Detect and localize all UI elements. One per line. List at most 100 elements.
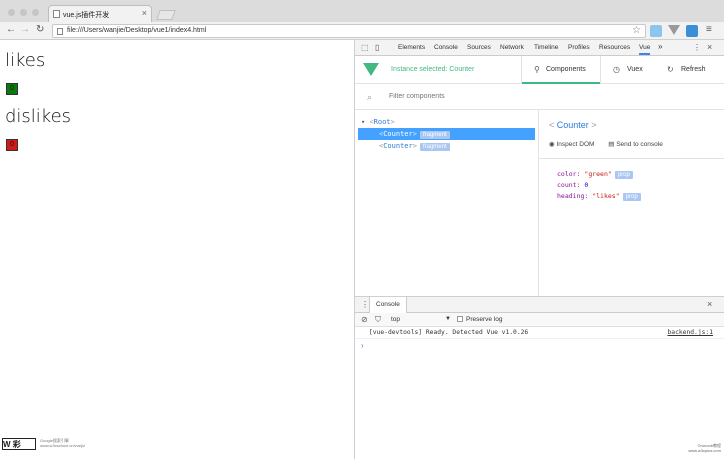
watermark-line: www.w3cschool.cn/vuejs/ <box>40 443 86 448</box>
watermark-text: Google搜索引擎 www.w3cschool.cn/vuejs/ <box>40 438 85 448</box>
component-inspector: < Counter > ◉ Inspect DOM ▤ Send to cons… <box>539 110 724 296</box>
page-content: likes 0 dislikes 0 W 彩 Google搜索引擎 www.w3… <box>0 40 354 459</box>
refresh-label: Refresh <box>681 66 706 73</box>
fragment-badge: fragment <box>419 143 450 151</box>
preserve-log-label: Preserve log <box>466 316 503 323</box>
refresh-icon: ↻ <box>667 65 674 74</box>
components-icon: ⚲ <box>534 65 540 74</box>
extension-s-icon[interactable] <box>686 25 698 37</box>
prop-key: color <box>557 170 577 178</box>
menu-icon[interactable]: ≡ <box>706 24 712 35</box>
browser-tab[interactable]: vue.js插件开发 × <box>48 5 152 22</box>
tab-sources[interactable]: Sources <box>467 44 491 51</box>
dropdown-arrow-icon: ▼ <box>445 316 451 322</box>
console-drawer: ⋮ Console × ⊘ ⛉ top ▼ Preserve log [vue-… <box>355 296 724 459</box>
tree-item-counter[interactable]: <Counter> fragment <box>358 140 535 152</box>
tab-components[interactable]: ⚲ Components <box>521 56 601 84</box>
tab-components-label: Components <box>546 66 586 73</box>
tab-vuex[interactable]: ◷ Vuex <box>613 56 653 84</box>
preserve-log-checkbox[interactable] <box>457 316 463 322</box>
prop-badge: prop <box>614 171 633 179</box>
refresh-button[interactable]: ↻ Refresh <box>667 56 719 84</box>
drawer-tabbar: ⋮ Console × <box>355 297 724 313</box>
search-icon: ⌕ <box>367 92 373 102</box>
tab-console[interactable]: Console <box>434 44 458 51</box>
prop-badge: prop <box>622 193 641 201</box>
tab-console-drawer[interactable]: Console <box>369 297 407 313</box>
console-message: [vue-devtools] Ready. Detected Vue v1.0.… <box>355 327 724 339</box>
console-log-text: [vue-devtools] Ready. Detected Vue v1.0.… <box>369 329 529 336</box>
console-toolbar: ⊘ ⛉ top ▼ Preserve log <box>355 313 724 327</box>
instance-selected-text: Instance selected: Counter <box>391 66 475 73</box>
forward-icon[interactable]: → <box>20 24 30 35</box>
drawer-menu-icon[interactable]: ⋮ <box>361 300 369 309</box>
corner-watermark-line: www.w3cplus.com <box>688 448 721 453</box>
close-devtools-icon[interactable]: × <box>707 42 712 52</box>
component-name: Counter <box>383 130 413 138</box>
dislikes-counter-button[interactable]: 0 <box>6 139 18 151</box>
vue-devtools-extension-icon[interactable] <box>668 25 680 35</box>
prop-row-heading: heading: "likes" prop <box>557 192 641 201</box>
page-icon <box>57 28 63 35</box>
url-text: file:///Users/wanjie/Desktop/vue1/index4… <box>67 27 207 34</box>
send-to-console-label: Send to console <box>616 141 663 148</box>
inspector-component-name: Counter <box>556 120 589 130</box>
corner-watermark: ©runoob教程 www.w3cplus.com <box>688 443 721 453</box>
component-name: Counter <box>383 142 413 150</box>
tab-profiles[interactable]: Profiles <box>568 44 590 51</box>
divider <box>539 158 724 159</box>
console-prompt-icon[interactable]: › <box>361 341 364 350</box>
tab-vue[interactable]: Vue <box>639 44 651 55</box>
reload-icon[interactable]: ↻ <box>36 24 44 35</box>
inspect-dom-button[interactable]: ◉ Inspect DOM <box>549 141 594 148</box>
close-drawer-icon[interactable]: × <box>707 299 712 309</box>
maximize-window-button[interactable] <box>32 9 39 16</box>
close-window-button[interactable] <box>8 9 15 16</box>
tab-network[interactable]: Network <box>500 44 524 51</box>
new-tab-button[interactable] <box>156 10 176 20</box>
clear-console-icon[interactable]: ⊘ <box>361 315 368 324</box>
expand-arrow-icon[interactable]: ▾ <box>361 118 365 126</box>
tree-root[interactable]: ▾ <Root> <box>361 116 531 128</box>
extension-d-icon[interactable] <box>650 25 662 37</box>
close-tab-icon[interactable]: × <box>142 8 147 18</box>
watermark-logo: W 彩 <box>2 438 36 450</box>
vuex-icon: ◷ <box>613 65 620 74</box>
filter-icon[interactable]: ⛉ <box>375 315 381 325</box>
eye-icon: ◉ <box>549 141 555 148</box>
tab-resources[interactable]: Resources <box>599 44 630 51</box>
tab-timeline[interactable]: Timeline <box>534 44 558 51</box>
component-tree: ▾ <Root> <Counter> fragment <Counter> frag… <box>355 110 539 296</box>
back-icon[interactable]: ← <box>6 24 16 35</box>
vue-logo-icon <box>363 63 379 76</box>
vue-header: Instance selected: Counter ⚲ Components … <box>355 56 724 84</box>
inspect-element-icon[interactable]: ⬚ <box>361 43 369 52</box>
devtools-menu-icon[interactable]: ⋮ <box>693 43 701 52</box>
tree-item-counter[interactable]: <Counter> fragment <box>358 128 535 140</box>
more-tabs-icon[interactable]: » <box>658 42 662 51</box>
send-to-console-button[interactable]: ▤ Send to console <box>608 141 663 148</box>
console-source-link[interactable]: backend.js:1 <box>668 329 714 336</box>
dislikes-heading: dislikes <box>5 106 72 127</box>
likes-counter-button[interactable]: 0 <box>6 83 18 95</box>
devtools-tabbar: ⬚ ▯ Elements Console Sources Network Tim… <box>355 40 724 56</box>
tab-elements[interactable]: Elements <box>398 44 425 51</box>
context-value: top <box>391 316 401 323</box>
prop-value: "green" <box>584 170 612 178</box>
watermark: W 彩 Google搜索引擎 www.w3cschool.cn/vuejs/ <box>2 438 112 452</box>
fragment-badge: fragment <box>419 131 450 139</box>
devtools-panel: ⬚ ▯ Elements Console Sources Network Tim… <box>354 40 724 459</box>
address-bar[interactable]: file:///Users/wanjie/Desktop/vue1/index4… <box>52 24 646 38</box>
minimize-window-button[interactable] <box>20 9 27 16</box>
filter-components-input[interactable] <box>389 93 529 100</box>
prop-value: 0 <box>584 181 589 189</box>
inspector-actions: ◉ Inspect DOM ▤ Send to console <box>549 140 663 148</box>
bookmark-star-icon[interactable]: ☆ <box>632 25 641 36</box>
context-select[interactable]: top ▼ <box>391 316 451 323</box>
device-toolbar-icon[interactable]: ▯ <box>375 43 379 52</box>
likes-heading: likes <box>5 50 46 71</box>
inspect-dom-label: Inspect DOM <box>556 141 595 148</box>
root-label: Root <box>373 118 391 126</box>
prop-row-count: count: 0 <box>557 181 589 189</box>
prop-key: count <box>557 181 577 189</box>
